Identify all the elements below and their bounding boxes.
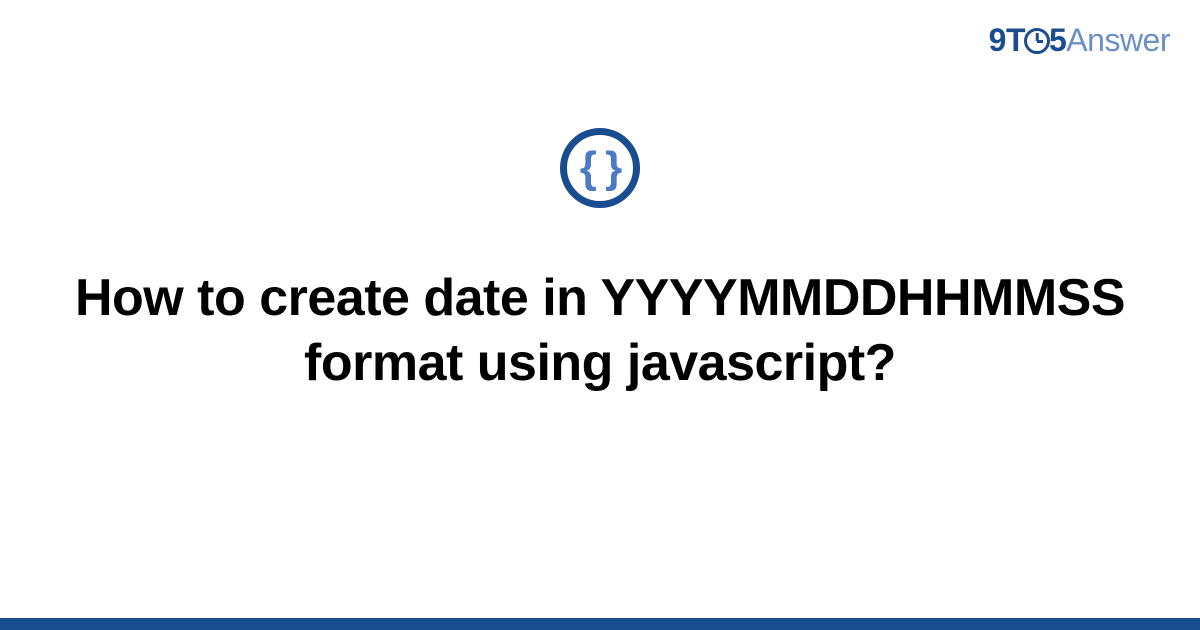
logo-text-5: 5: [1049, 22, 1066, 58]
page-title: How to create date in YYYYMMDDHHMMSS for…: [60, 266, 1140, 396]
bottom-accent-bar: [0, 618, 1200, 630]
logo-text-9t: 9T: [989, 22, 1025, 58]
braces-glyph: { }: [580, 143, 620, 193]
main-content: { } How to create date in YYYYMMDDHHMMSS…: [0, 128, 1200, 396]
code-braces-icon: { }: [560, 128, 640, 208]
clock-icon: [1024, 28, 1050, 54]
site-logo[interactable]: 9T 5Answer: [989, 22, 1170, 59]
logo-text-answer: Answer: [1066, 22, 1170, 58]
